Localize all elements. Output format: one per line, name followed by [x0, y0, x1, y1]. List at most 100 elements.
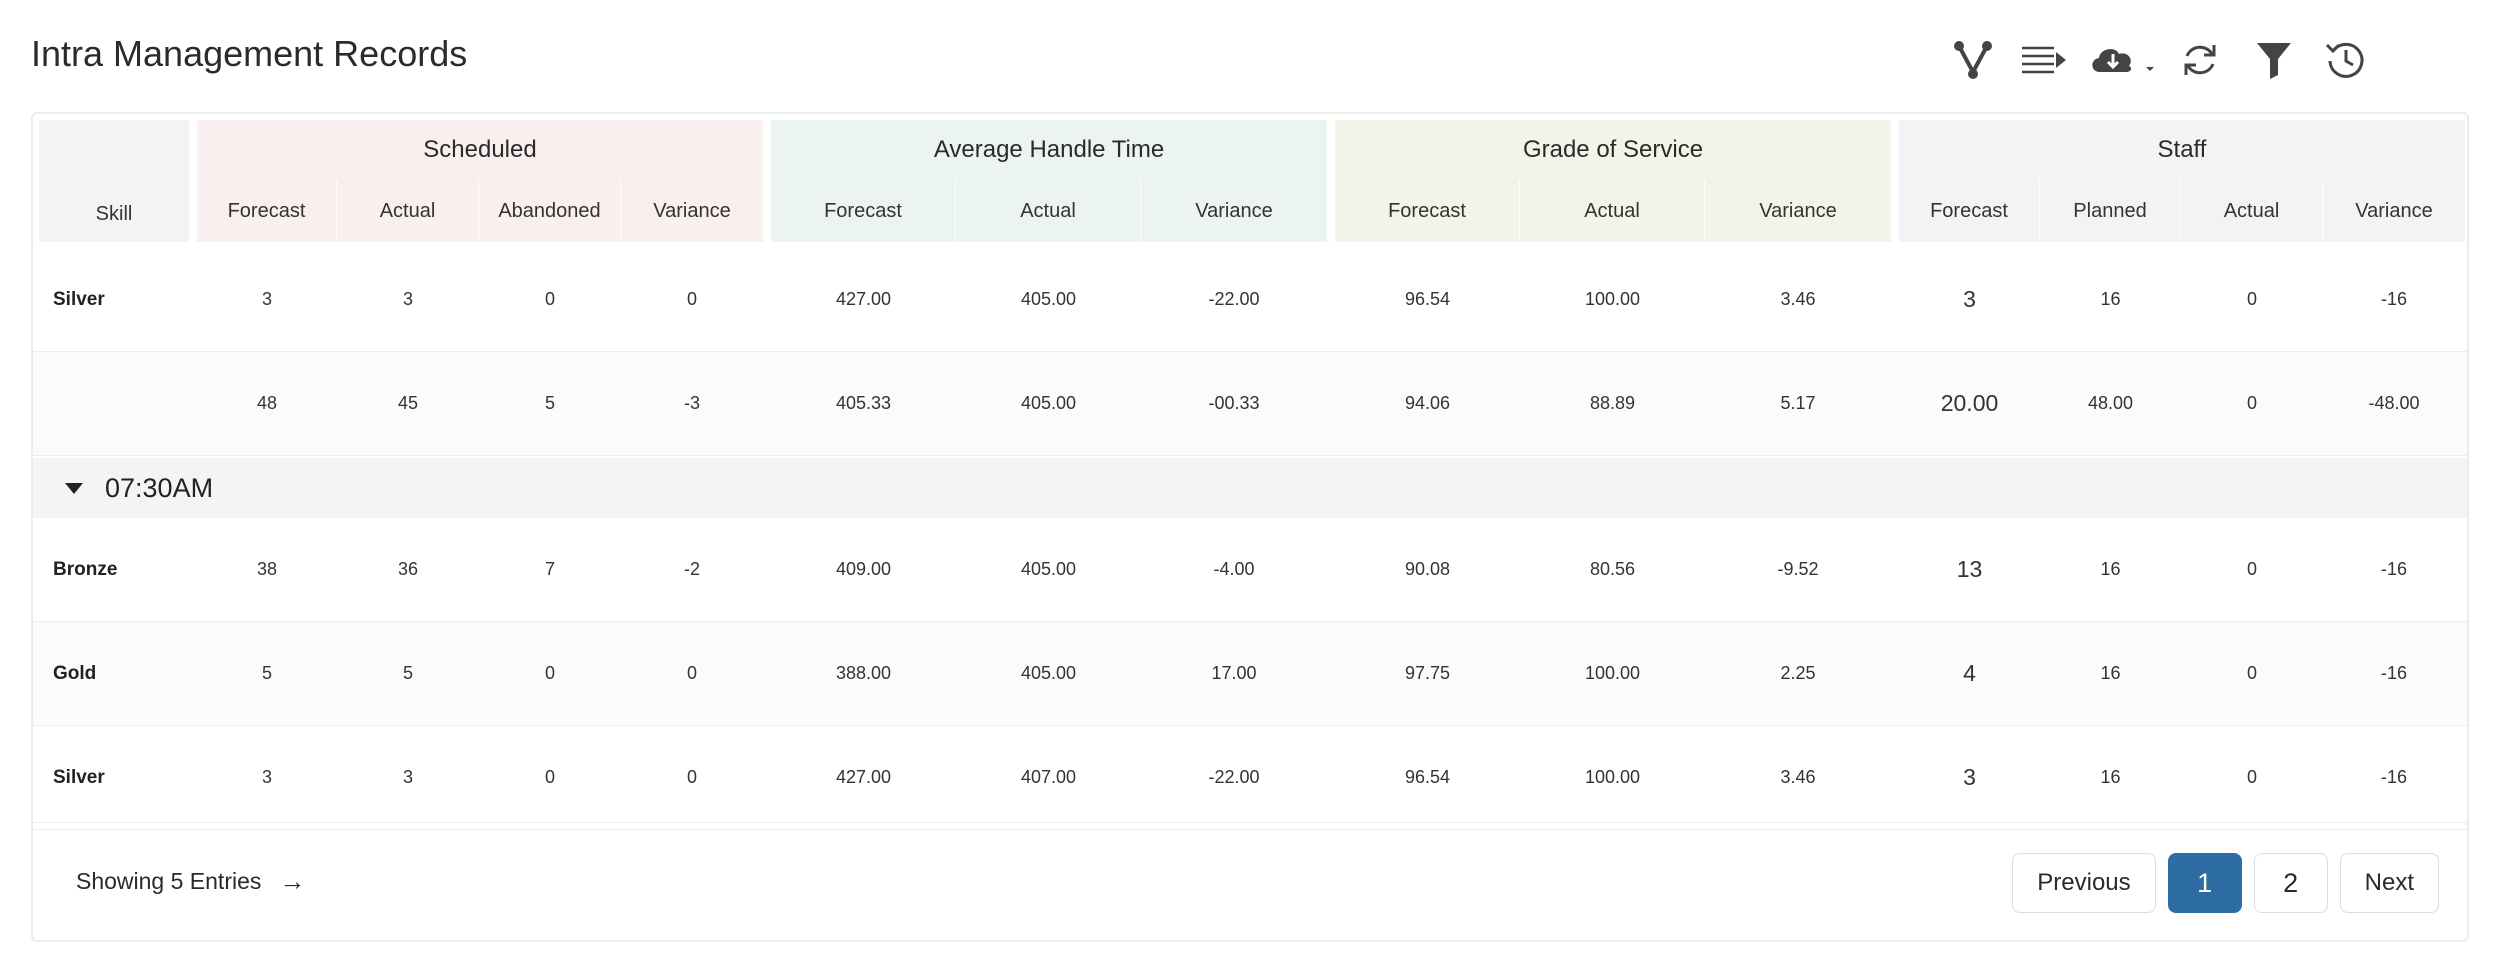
- page-1-button[interactable]: 1: [2167, 853, 2242, 913]
- cell-aht-variance: 17.00: [1211, 663, 1257, 683]
- cell-sched-abandoned: 0: [544, 663, 555, 683]
- col-scheduled-forecast[interactable]: Forecast: [197, 180, 337, 242]
- table-row[interactable]: Bronze 38 36 7 -2 409.00 405.00 -4.00 90.08 80.56…: [33, 518, 2467, 622]
- history-button[interactable]: [2322, 36, 2370, 84]
- cell-sched-abandoned: 0: [544, 289, 555, 309]
- cell-skill: Silver: [53, 766, 105, 788]
- refresh-button[interactable]: [2176, 36, 2224, 84]
- cell-skill: Silver: [53, 288, 105, 310]
- cell-sched-forecast: 5: [261, 663, 272, 683]
- cell-staff-forecast: 20.00: [1940, 390, 1999, 416]
- download-dropdown[interactable]: [2088, 36, 2158, 84]
- cell-aht-forecast: 388.00: [835, 663, 892, 683]
- cell-gos-variance: 5.17: [1780, 393, 1816, 413]
- cell-sched-variance: -3: [683, 393, 700, 413]
- cell-sched-variance: 0: [686, 767, 697, 787]
- col-staff-planned[interactable]: Planned: [2040, 180, 2181, 242]
- col-scheduled-variance[interactable]: Variance: [621, 180, 763, 242]
- cell-aht-actual: 405.00: [1020, 663, 1077, 683]
- col-aht-variance[interactable]: Variance: [1141, 180, 1327, 242]
- cloud-download-icon: [2092, 49, 2154, 72]
- cell-aht-actual: 405.00: [1020, 559, 1077, 579]
- cell-aht-variance: -22.00: [1208, 767, 1260, 787]
- group-header-gos: Grade of Service: [1335, 120, 1891, 180]
- cell-aht-variance: -22.00: [1208, 289, 1260, 309]
- cell-aht-forecast: 405.33: [835, 393, 892, 413]
- col-staff-variance[interactable]: Variance: [2323, 180, 2465, 242]
- cell-aht-actual: 405.00: [1020, 289, 1077, 309]
- cell-sched-variance: -2: [683, 559, 700, 579]
- group-header-staff: Staff: [1899, 120, 2465, 180]
- col-aht-forecast[interactable]: Forecast: [771, 180, 956, 242]
- col-gos-actual[interactable]: Actual: [1520, 180, 1705, 242]
- cell-aht-actual: 407.00: [1020, 767, 1077, 787]
- cell-sched-forecast: 48: [256, 393, 278, 413]
- cell-sched-variance: 0: [686, 289, 697, 309]
- cell-sched-actual: 3: [402, 289, 413, 309]
- col-staff-actual[interactable]: Actual: [2181, 180, 2323, 242]
- cell-staff-planned: 16: [2100, 663, 2121, 683]
- cell-aht-forecast: 427.00: [835, 289, 892, 309]
- toolbar: [1900, 36, 2500, 86]
- showing-entries[interactable]: Showing 5 Entries →: [76, 823, 305, 940]
- cell-sched-forecast: 3: [261, 767, 272, 787]
- queue-button[interactable]: [2018, 36, 2070, 84]
- cell-staff-forecast: 3: [1963, 764, 1976, 790]
- cell-staff-actual: 0: [2246, 289, 2257, 309]
- filter-icon: [2257, 43, 2291, 79]
- cell-staff-variance: -48.00: [2368, 393, 2420, 413]
- cell-gos-variance: 3.46: [1780, 289, 1816, 309]
- col-gos-variance[interactable]: Variance: [1705, 180, 1891, 242]
- col-gos-forecast[interactable]: Forecast: [1335, 180, 1520, 242]
- cell-staff-planned: 48.00: [2087, 393, 2134, 413]
- skill-column-header[interactable]: Skill: [39, 120, 189, 242]
- table-footer: Showing 5 Entries → Previous 1 2 Next: [33, 822, 2467, 940]
- cell-skill: [33, 352, 213, 455]
- cell-sched-actual: 3: [402, 767, 413, 787]
- col-scheduled-actual[interactable]: Actual: [337, 180, 479, 242]
- table-row[interactable]: 48 45 5 -3 405.33 405.00 -00.33 94.06 88.89 5.17 2…: [33, 352, 2467, 456]
- table-row[interactable]: Gold 5 5 0 0 388.00 405.00 17.00 97.75 100.00 2.25…: [33, 622, 2467, 726]
- col-staff-forecast[interactable]: Forecast: [1899, 180, 2040, 242]
- records-table: Skill Scheduled Average Handle Time Grad…: [31, 112, 2469, 942]
- cell-staff-planned: 16: [2100, 767, 2121, 787]
- cell-sched-actual: 45: [397, 393, 419, 413]
- col-scheduled-abandoned[interactable]: Abandoned: [479, 180, 621, 242]
- page-2-button[interactable]: 2: [2253, 853, 2328, 913]
- cell-staff-planned: 16: [2100, 289, 2121, 309]
- cell-skill: Bronze: [53, 558, 118, 580]
- caret-down-icon: [65, 482, 83, 494]
- cell-gos-forecast: 94.06: [1404, 393, 1451, 413]
- cell-aht-variance: -00.33: [1208, 393, 1260, 413]
- cell-sched-forecast: 3: [261, 289, 272, 309]
- cell-gos-variance: 3.46: [1780, 767, 1816, 787]
- cell-gos-forecast: 97.75: [1404, 663, 1451, 683]
- cell-sched-actual: 5: [402, 663, 413, 683]
- page-title: Intra Management Records: [31, 33, 468, 74]
- group-row-0730[interactable]: 07:30AM: [33, 458, 2467, 518]
- previous-button[interactable]: Previous: [2012, 853, 2156, 913]
- table-row[interactable]: Silver 3 3 0 0 427.00 405.00 -22.00 96.54 100.00 3…: [33, 248, 2467, 352]
- pagination: Previous 1 2 Next: [2012, 853, 2439, 913]
- cell-staff-variance: -16: [2380, 663, 2407, 683]
- arrow-right-icon: →: [279, 866, 306, 896]
- table-row[interactable]: Silver 3 3 0 0 427.00 407.00 -22.00 96.54 100.00 3…: [33, 726, 2467, 830]
- history-icon: [2325, 42, 2364, 78]
- group-header-scheduled: Scheduled: [197, 120, 763, 180]
- cell-staff-variance: -16: [2380, 289, 2407, 309]
- cell-aht-forecast: 409.00: [835, 559, 892, 579]
- branch-icon: [1954, 41, 1992, 79]
- cell-staff-forecast: 3: [1963, 286, 1976, 312]
- cell-gos-forecast: 96.54: [1404, 289, 1451, 309]
- filter-button[interactable]: [2252, 36, 2296, 84]
- next-button[interactable]: Next: [2339, 853, 2439, 913]
- cell-gos-actual: 100.00: [1584, 289, 1641, 309]
- cell-gos-forecast: 90.08: [1404, 559, 1451, 579]
- branch-button[interactable]: [1948, 36, 1998, 84]
- col-aht-actual[interactable]: Actual: [956, 180, 1141, 242]
- cell-gos-actual: 88.89: [1589, 393, 1636, 413]
- cell-aht-forecast: 427.00: [835, 767, 892, 787]
- refresh-icon: [2184, 45, 2216, 75]
- showing-entries-label: Showing 5 Entries: [76, 868, 262, 894]
- skill-header-label: Skill: [95, 203, 133, 225]
